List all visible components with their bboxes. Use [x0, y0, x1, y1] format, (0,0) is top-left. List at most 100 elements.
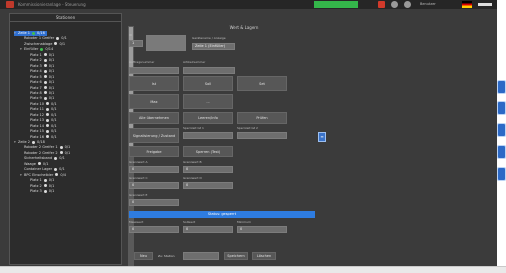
- lock-time-1-label: Sperrzeit Ist 1: [183, 126, 204, 130]
- tree-row[interactable]: Platz 7 0/1: [26, 86, 54, 91]
- lock-test-button[interactable]: Sperren (Test): [183, 146, 233, 157]
- tree-row[interactable]: ▾ Einfüller 0/14: [20, 47, 53, 52]
- tree-row-status: 0/1: [51, 112, 57, 117]
- tree-row[interactable]: Platz 16 0/1: [26, 135, 57, 140]
- tree-row-status: 0/1: [51, 134, 57, 139]
- tree-row[interactable]: Platz 2 0/1: [26, 58, 54, 63]
- tree-row-label: Platz 11: [30, 107, 45, 112]
- id-field[interactable]: 1: [129, 40, 143, 47]
- tree-row-label: Platz 1: [30, 178, 42, 183]
- tree-row[interactable]: Platz 14 0/1: [26, 124, 57, 129]
- actual-button[interactable]: Ist: [129, 76, 179, 91]
- status-dot-icon: [55, 173, 59, 177]
- tree-row-status: 0/1: [64, 145, 71, 150]
- set-button[interactable]: Set: [237, 76, 287, 91]
- tree-row[interactable]: Platz 12 0/1: [26, 113, 57, 118]
- check-button[interactable]: Prüfen: [237, 112, 287, 124]
- language-flag-icon[interactable]: [462, 1, 472, 8]
- tree-row[interactable]: Sicherheitsband 0/1: [20, 156, 65, 161]
- window-controls[interactable]: [478, 3, 492, 6]
- target-value-label: Sollwert: [183, 220, 196, 224]
- status-dot-icon: [43, 96, 47, 100]
- limit-a-field[interactable]: 0: [129, 166, 179, 173]
- tree-row[interactable]: Platz 10 0/1: [26, 102, 57, 107]
- tree-row-status: 0/1: [59, 156, 65, 161]
- tool-icon[interactable]: [497, 145, 506, 159]
- tree-row[interactable]: Platz 11 0/1: [26, 107, 57, 112]
- lock-time-1-field[interactable]: [183, 132, 233, 139]
- tree-row-status: 0/1: [48, 183, 55, 188]
- tree-row[interactable]: Roboter 2 Greifer 2 0/1: [20, 151, 70, 156]
- target-value-field[interactable]: 0: [183, 226, 233, 233]
- tree-row[interactable]: Waage 0/1: [20, 162, 49, 167]
- help-icon[interactable]: [391, 1, 398, 8]
- status-dot-icon: [56, 36, 60, 40]
- tree-row[interactable]: Platz 3 0/1: [26, 64, 54, 69]
- minimum-field[interactable]: 0: [237, 226, 287, 233]
- order-number-field[interactable]: [129, 67, 179, 74]
- measured-value-field[interactable]: 0: [129, 226, 179, 233]
- status-dot-icon: [59, 145, 63, 149]
- tree-row[interactable]: Platz 6 0/1: [26, 80, 54, 85]
- apply-all-button[interactable]: Alle übernehmen: [129, 112, 179, 124]
- side-menu-button[interactable]: ≡: [318, 132, 326, 142]
- measured-value-label: Messwert: [129, 220, 144, 224]
- tree-row-label: Zeile 1: [18, 31, 30, 35]
- alarm-icon[interactable]: [378, 1, 385, 8]
- tree-row-status: 0/1: [51, 123, 57, 128]
- tree-row[interactable]: ▾ Zeile 2 0/18: [14, 140, 45, 145]
- id-label: ID: [129, 33, 133, 37]
- max-button[interactable]: Max: [129, 94, 179, 109]
- target-station-label: Zu: Station: [158, 254, 175, 258]
- tree-row[interactable]: Platz 3 0/1: [26, 189, 54, 194]
- clear-info-button[interactable]: Leeren/Info: [183, 112, 233, 124]
- status-dot-icon: [43, 69, 47, 73]
- device-image-box: [146, 35, 186, 51]
- status-dot-icon: [43, 189, 47, 193]
- tree-row[interactable]: Roboter 1 Greifer 0/1: [20, 36, 67, 41]
- tree-row[interactable]: Platz 8 0/1: [26, 91, 54, 96]
- tree-row[interactable]: Platz 5 0/1: [26, 75, 54, 80]
- signaling-state-button[interactable]: Signalisierung / Zustand: [129, 128, 179, 143]
- tree-row[interactable]: ▾ BPC Einscheibler 0/4: [20, 173, 66, 178]
- tree-row[interactable]: Platz 15 0/1: [26, 129, 57, 134]
- limit-b-field[interactable]: 0: [183, 166, 233, 173]
- delete-button[interactable]: Löschen: [252, 252, 276, 260]
- tree-row[interactable]: Zwischenablage 0/1: [20, 42, 65, 47]
- limit-d-field[interactable]: 0: [183, 182, 233, 189]
- tree-row[interactable]: Roboter 2 Greifer 1 0/1: [20, 145, 70, 150]
- tree-row-status: 0/1: [64, 150, 71, 155]
- tree-row-status: 0/1: [51, 107, 57, 112]
- tool-icon[interactable]: [497, 101, 506, 115]
- limit-c-field[interactable]: 0: [129, 182, 179, 189]
- new-button[interactable]: Neu: [134, 252, 153, 260]
- tool-icon[interactable]: [497, 167, 506, 181]
- article-number-field[interactable]: [183, 67, 235, 74]
- tree-row-label: Einfüller: [24, 47, 39, 52]
- save-button[interactable]: Speichern: [224, 252, 248, 260]
- tree-row[interactable]: Platz 13 0/1: [26, 118, 57, 123]
- connection-status-badge[interactable]: [314, 1, 358, 8]
- tree-row[interactable]: Platz 9 0/1: [26, 96, 54, 101]
- tree-row[interactable]: Platz 1 0/1: [26, 53, 54, 58]
- more-button[interactable]: ...: [183, 94, 233, 109]
- lock-time-2-field[interactable]: [237, 132, 287, 139]
- device-name-field[interactable]: Zeile 1 (Einfüller): [192, 43, 235, 50]
- target-button[interactable]: Soll: [183, 76, 233, 91]
- settings-icon[interactable]: [404, 1, 411, 8]
- tool-icon[interactable]: [497, 123, 506, 137]
- tree-row-label: Platz 14: [30, 123, 45, 128]
- limit-e-field[interactable]: 0: [129, 199, 179, 206]
- tree-row[interactable]: Platz 2 0/1: [26, 184, 54, 189]
- tree-row[interactable]: Platz 4 0/1: [26, 69, 54, 74]
- tree-row-status: 0/1: [51, 129, 57, 134]
- status-dot-icon: [46, 124, 50, 128]
- tree-row[interactable]: ▾ Zeile 1 0/16: [14, 31, 47, 36]
- minimum-label: Minimum: [237, 220, 251, 224]
- tree-row[interactable]: Platz 1 0/1: [26, 178, 54, 183]
- target-station-field[interactable]: [183, 252, 219, 260]
- app-logo-icon: [6, 1, 14, 8]
- release-button[interactable]: Freigabe: [129, 146, 179, 157]
- tree-row[interactable]: Container Lager 0/1: [20, 167, 65, 172]
- tool-icon[interactable]: [497, 80, 506, 94]
